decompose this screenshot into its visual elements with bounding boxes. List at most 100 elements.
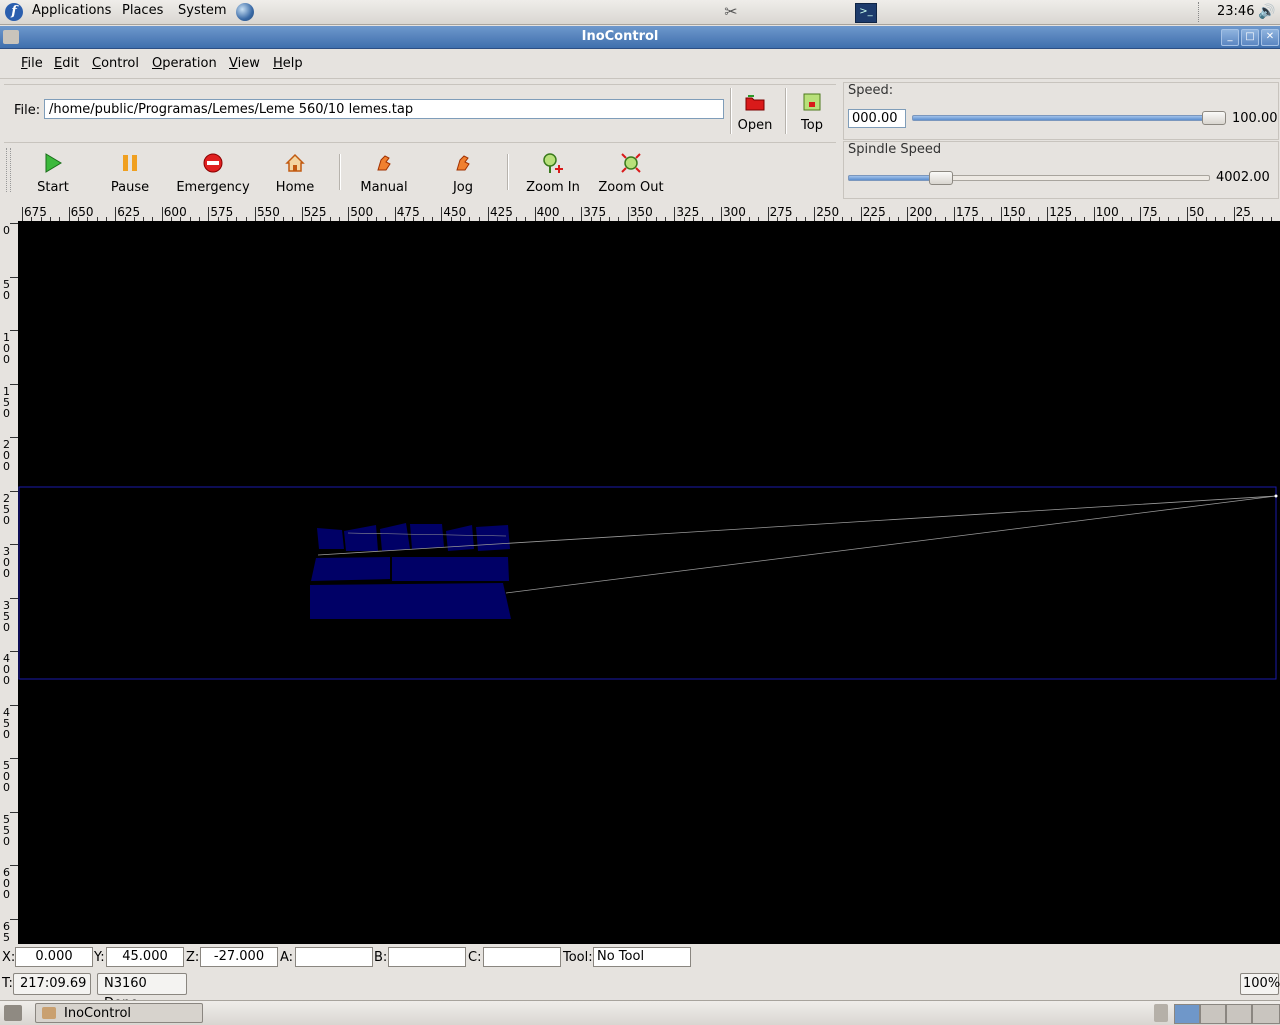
- ruler-y-digit: 0: [3, 674, 10, 687]
- ruler-tick: [22, 207, 23, 221]
- x-coordinate-field[interactable]: 0.000: [15, 947, 93, 967]
- toolbar-grip[interactable]: [6, 148, 11, 192]
- clock[interactable]: 23:46: [1217, 4, 1254, 19]
- rapid-move-line: [317, 495, 1277, 556]
- ruler-tick: [10, 490, 18, 492]
- menu-help[interactable]: Help: [273, 56, 303, 71]
- ruler-x-label: 275: [769, 205, 793, 219]
- ruler-tick: [10, 223, 18, 224]
- manual-button[interactable]: Manual: [355, 152, 413, 195]
- jog-button[interactable]: Jog: [437, 152, 489, 195]
- open-button[interactable]: Open: [733, 92, 777, 133]
- emergency-label: Emergency: [176, 180, 250, 195]
- ruler-tick: [208, 207, 210, 221]
- c-label: C:: [468, 950, 482, 965]
- places-menu[interactable]: Places: [122, 3, 163, 18]
- ruler-x-label: 350: [629, 205, 653, 219]
- fedora-logo-icon[interactable]: f: [5, 3, 23, 21]
- volume-icon[interactable]: 🔊: [1258, 4, 1275, 20]
- ruler-tick: [161, 207, 163, 221]
- b-label: B:: [374, 950, 388, 965]
- ruler-x-label: 100: [1095, 205, 1119, 219]
- ruler-tick: [1187, 207, 1188, 221]
- top-view-button[interactable]: Top: [792, 92, 832, 133]
- c-coordinate-field[interactable]: [483, 947, 561, 967]
- z-coordinate-field[interactable]: -27.000: [200, 947, 278, 967]
- ruler-y-digit: 1: [3, 384, 10, 398]
- pause-button[interactable]: Pause: [104, 152, 156, 195]
- minimize-button[interactable]: _: [1221, 29, 1239, 46]
- close-button[interactable]: ✕: [1261, 29, 1279, 46]
- ruler-y-digit: 0: [3, 727, 10, 741]
- menu-control[interactable]: Control: [92, 56, 139, 71]
- manual-label: Manual: [360, 180, 408, 195]
- workspace-3[interactable]: [1226, 1004, 1252, 1024]
- ruler-tick: [954, 207, 955, 221]
- speed-value: 100.00: [1232, 111, 1278, 126]
- workspace-4[interactable]: [1252, 1004, 1280, 1024]
- ruler-y-digit: 0: [3, 353, 10, 366]
- speed-slider-thumb[interactable]: [1202, 111, 1226, 125]
- zoom-out-button[interactable]: Zoom Out: [596, 152, 666, 195]
- ruler-tick: [10, 276, 18, 278]
- ruler-x-label: 425: [490, 205, 513, 219]
- ruler-y-digit: 6: [3, 919, 10, 933]
- zoom-in-button[interactable]: Zoom In: [522, 152, 584, 195]
- terminal-icon[interactable]: >_: [855, 3, 877, 23]
- separator: [730, 88, 732, 134]
- speed-input[interactable]: [848, 109, 906, 128]
- show-desktop-icon[interactable]: [4, 1005, 22, 1021]
- menu-edit[interactable]: Edit: [54, 56, 79, 71]
- ruler-y-digit: 0: [3, 620, 10, 634]
- ruler-x-label: 125: [1049, 205, 1073, 219]
- trash-icon[interactable]: [1154, 1004, 1168, 1022]
- ruler-x-label: 150: [1002, 205, 1026, 219]
- ruler-tick: [721, 207, 722, 221]
- home-button[interactable]: Home: [269, 152, 321, 195]
- workspace-2[interactable]: [1200, 1004, 1226, 1024]
- inocontrol-app-icon: [42, 1007, 56, 1019]
- ruler-tick: [814, 207, 816, 221]
- menu-file[interactable]: File: [21, 56, 43, 71]
- taskbar-button-inocontrol[interactable]: InoControl: [35, 1003, 203, 1023]
- ruler-x-label: 375: [583, 205, 607, 219]
- window-titlebar[interactable]: InoControl _ □ ✕: [0, 26, 1280, 49]
- b-coordinate-field[interactable]: [388, 947, 466, 967]
- menubar: File Edit Control Operation View Help: [0, 50, 1280, 79]
- start-button[interactable]: Start: [27, 152, 79, 195]
- maximize-button[interactable]: □: [1241, 29, 1259, 46]
- menu-operation[interactable]: Operation: [152, 56, 217, 71]
- spindle-speed-value: 4002.00: [1216, 170, 1270, 185]
- emergency-button[interactable]: Emergency: [173, 152, 253, 195]
- ruler-y-digit: 0: [3, 888, 10, 901]
- y-label: Y:: [94, 950, 105, 965]
- work-area-bounds: [18, 486, 1277, 680]
- tool-field[interactable]: No Tool: [593, 947, 691, 967]
- system-menu[interactable]: System: [178, 3, 226, 18]
- toolpath-canvas[interactable]: [18, 221, 1280, 944]
- ruler-x-label: 575: [210, 205, 234, 219]
- ruler-y-digit: 3: [3, 598, 10, 612]
- spindle-slider-thumb[interactable]: [929, 171, 954, 185]
- file-path-input[interactable]: [44, 99, 724, 119]
- ruler-tick: [10, 651, 18, 652]
- spindle-slider[interactable]: [848, 171, 1210, 185]
- ruler-y-digit: 5: [3, 930, 10, 944]
- home-label: Home: [275, 180, 315, 195]
- menu-view[interactable]: View: [229, 56, 260, 71]
- ruler-tick: [674, 207, 676, 221]
- ruler-tick: [394, 207, 396, 221]
- workspace-1[interactable]: [1174, 1004, 1200, 1024]
- ruler-tick: [10, 597, 18, 599]
- ruler-x-label: 550: [257, 205, 280, 219]
- ruler-x-label: 200: [909, 205, 933, 219]
- ruler-y-digit: 5: [3, 395, 10, 409]
- file-label: File:: [14, 103, 41, 118]
- ruler-x-label: 175: [956, 205, 979, 219]
- tools-icon[interactable]: ✂: [722, 3, 740, 21]
- y-coordinate-field[interactable]: 45.000: [106, 947, 184, 967]
- web-browser-icon[interactable]: [236, 3, 254, 21]
- a-coordinate-field[interactable]: [295, 947, 373, 967]
- applications-menu[interactable]: Applications: [32, 3, 111, 18]
- speed-slider[interactable]: [912, 111, 1226, 125]
